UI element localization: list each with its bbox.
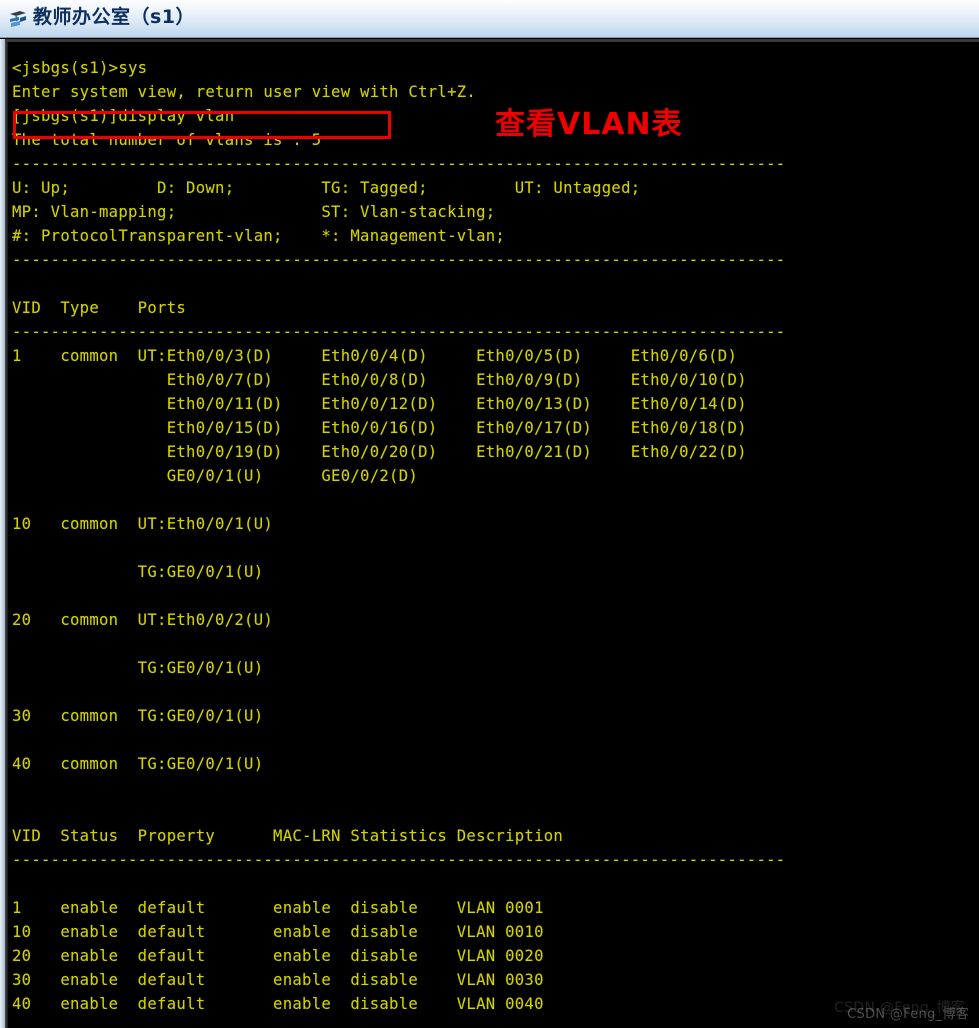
- command-highlight-box: [13, 111, 391, 139]
- watermark: CSDN @Feng_博客: [847, 1007, 969, 1022]
- annotation-note: 查看VLAN表: [495, 107, 683, 142]
- terminal-output: <jsbgs(s1)>sys Enter system view, return…: [12, 59, 786, 1013]
- switch-icon: [7, 8, 29, 30]
- ensp-cli-window: 教师办公室（s1） <jsbgs(s1)>sys Enter system vi…: [0, 0, 979, 1028]
- terminal-screen[interactable]: <jsbgs(s1)>sys Enter system view, return…: [8, 42, 979, 1028]
- terminal-frame: <jsbgs(s1)>sys Enter system view, return…: [0, 39, 979, 1028]
- window-title: 教师办公室（s1）: [33, 6, 196, 28]
- window-titlebar[interactable]: 教师办公室（s1）: [0, 0, 979, 38]
